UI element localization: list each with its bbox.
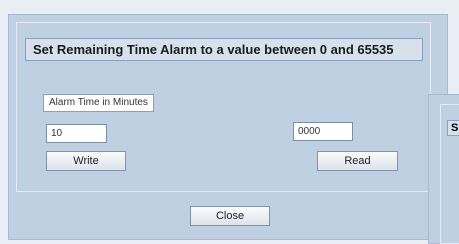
- instruction-banner: Set Remaining Time Alarm to a value betw…: [25, 38, 423, 61]
- read-value-field[interactable]: [293, 122, 353, 141]
- background-banner: S: [447, 120, 459, 136]
- write-button[interactable]: Write: [46, 151, 126, 171]
- read-button[interactable]: Read: [317, 151, 398, 171]
- alarm-time-label: Alarm Time in Minutes: [43, 94, 154, 112]
- alarm-time-input[interactable]: [46, 124, 107, 143]
- close-button[interactable]: Close: [190, 206, 270, 226]
